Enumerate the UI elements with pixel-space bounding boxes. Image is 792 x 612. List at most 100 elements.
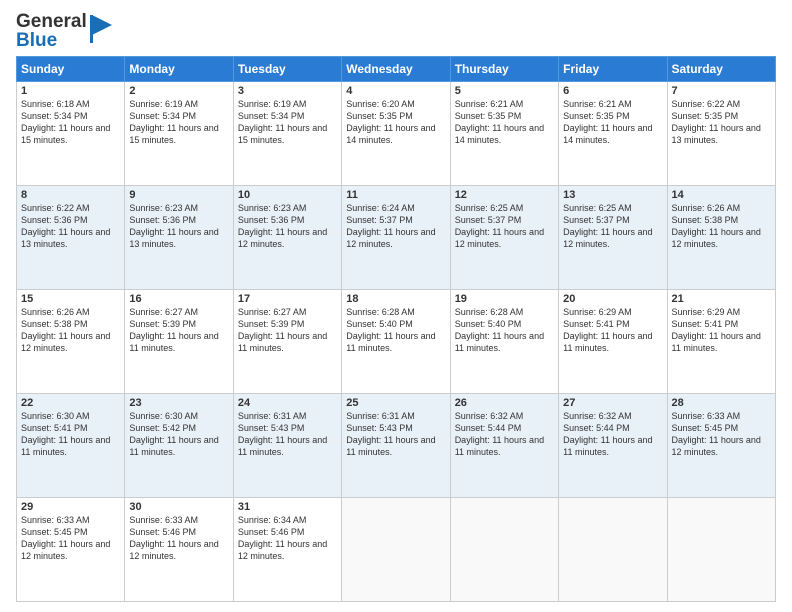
day-info: Sunrise: 6:34 AMSunset: 5:46 PMDaylight:… — [238, 514, 337, 563]
calendar-day-cell: 16Sunrise: 6:27 AMSunset: 5:39 PMDayligh… — [125, 290, 233, 394]
day-info: Sunrise: 6:22 AMSunset: 5:36 PMDaylight:… — [21, 202, 120, 251]
day-info: Sunrise: 6:31 AMSunset: 5:43 PMDaylight:… — [238, 410, 337, 459]
day-info: Sunrise: 6:33 AMSunset: 5:45 PMDaylight:… — [21, 514, 120, 563]
day-info: Sunrise: 6:29 AMSunset: 5:41 PMDaylight:… — [563, 306, 662, 355]
calendar-day-cell: 18Sunrise: 6:28 AMSunset: 5:40 PMDayligh… — [342, 290, 450, 394]
calendar-day-cell: 9Sunrise: 6:23 AMSunset: 5:36 PMDaylight… — [125, 186, 233, 290]
day-info: Sunrise: 6:23 AMSunset: 5:36 PMDaylight:… — [238, 202, 337, 251]
logo-flag-icon — [90, 15, 112, 43]
calendar-day-cell: 29Sunrise: 6:33 AMSunset: 5:45 PMDayligh… — [17, 498, 125, 602]
day-number: 15 — [21, 293, 120, 305]
day-info: Sunrise: 6:32 AMSunset: 5:44 PMDaylight:… — [455, 410, 554, 459]
day-number: 20 — [563, 293, 662, 305]
calendar-day-cell: 10Sunrise: 6:23 AMSunset: 5:36 PMDayligh… — [233, 186, 341, 290]
day-number: 21 — [672, 293, 771, 305]
calendar-day-cell: 19Sunrise: 6:28 AMSunset: 5:40 PMDayligh… — [450, 290, 558, 394]
weekday-header-cell: Sunday — [17, 57, 125, 82]
calendar-day-cell: 5Sunrise: 6:21 AMSunset: 5:35 PMDaylight… — [450, 82, 558, 186]
calendar-day-cell: 8Sunrise: 6:22 AMSunset: 5:36 PMDaylight… — [17, 186, 125, 290]
calendar-day-cell: 26Sunrise: 6:32 AMSunset: 5:44 PMDayligh… — [450, 394, 558, 498]
day-number: 26 — [455, 397, 554, 409]
day-info: Sunrise: 6:32 AMSunset: 5:44 PMDaylight:… — [563, 410, 662, 459]
calendar-day-cell: 24Sunrise: 6:31 AMSunset: 5:43 PMDayligh… — [233, 394, 341, 498]
day-number: 1 — [21, 85, 120, 97]
day-number: 11 — [346, 189, 445, 201]
day-number: 29 — [21, 501, 120, 513]
calendar-day-cell: 21Sunrise: 6:29 AMSunset: 5:41 PMDayligh… — [667, 290, 775, 394]
calendar-day-cell: 23Sunrise: 6:30 AMSunset: 5:42 PMDayligh… — [125, 394, 233, 498]
day-number: 28 — [672, 397, 771, 409]
calendar-day-cell: 6Sunrise: 6:21 AMSunset: 5:35 PMDaylight… — [559, 82, 667, 186]
calendar-day-cell: 22Sunrise: 6:30 AMSunset: 5:41 PMDayligh… — [17, 394, 125, 498]
calendar-day-cell: 4Sunrise: 6:20 AMSunset: 5:35 PMDaylight… — [342, 82, 450, 186]
calendar-day-cell: 20Sunrise: 6:29 AMSunset: 5:41 PMDayligh… — [559, 290, 667, 394]
calendar-day-cell: 2Sunrise: 6:19 AMSunset: 5:34 PMDaylight… — [125, 82, 233, 186]
calendar-day-cell — [559, 498, 667, 602]
logo-general: General — [16, 12, 87, 31]
calendar-day-cell: 7Sunrise: 6:22 AMSunset: 5:35 PMDaylight… — [667, 82, 775, 186]
day-info: Sunrise: 6:28 AMSunset: 5:40 PMDaylight:… — [346, 306, 445, 355]
header: General Blue — [16, 12, 776, 50]
weekday-header-cell: Thursday — [450, 57, 558, 82]
calendar-day-cell — [450, 498, 558, 602]
day-info: Sunrise: 6:30 AMSunset: 5:41 PMDaylight:… — [21, 410, 120, 459]
calendar-day-cell: 27Sunrise: 6:32 AMSunset: 5:44 PMDayligh… — [559, 394, 667, 498]
day-info: Sunrise: 6:26 AMSunset: 5:38 PMDaylight:… — [21, 306, 120, 355]
day-info: Sunrise: 6:22 AMSunset: 5:35 PMDaylight:… — [672, 98, 771, 147]
page: General Blue SundayMondayTuesdayWednesda… — [0, 0, 792, 612]
calendar-day-cell: 1Sunrise: 6:18 AMSunset: 5:34 PMDaylight… — [17, 82, 125, 186]
calendar-week-row: 15Sunrise: 6:26 AMSunset: 5:38 PMDayligh… — [17, 290, 776, 394]
day-info: Sunrise: 6:24 AMSunset: 5:37 PMDaylight:… — [346, 202, 445, 251]
day-info: Sunrise: 6:31 AMSunset: 5:43 PMDaylight:… — [346, 410, 445, 459]
calendar-body: 1Sunrise: 6:18 AMSunset: 5:34 PMDaylight… — [17, 82, 776, 602]
day-number: 6 — [563, 85, 662, 97]
day-number: 18 — [346, 293, 445, 305]
day-info: Sunrise: 6:20 AMSunset: 5:35 PMDaylight:… — [346, 98, 445, 147]
day-number: 22 — [21, 397, 120, 409]
day-info: Sunrise: 6:30 AMSunset: 5:42 PMDaylight:… — [129, 410, 228, 459]
calendar-week-row: 22Sunrise: 6:30 AMSunset: 5:41 PMDayligh… — [17, 394, 776, 498]
day-number: 14 — [672, 189, 771, 201]
day-info: Sunrise: 6:27 AMSunset: 5:39 PMDaylight:… — [238, 306, 337, 355]
calendar-day-cell: 31Sunrise: 6:34 AMSunset: 5:46 PMDayligh… — [233, 498, 341, 602]
day-info: Sunrise: 6:25 AMSunset: 5:37 PMDaylight:… — [563, 202, 662, 251]
day-number: 12 — [455, 189, 554, 201]
calendar-day-cell: 30Sunrise: 6:33 AMSunset: 5:46 PMDayligh… — [125, 498, 233, 602]
calendar-day-cell — [342, 498, 450, 602]
calendar-table: SundayMondayTuesdayWednesdayThursdayFrid… — [16, 56, 776, 602]
day-number: 25 — [346, 397, 445, 409]
weekday-header-cell: Wednesday — [342, 57, 450, 82]
day-number: 10 — [238, 189, 337, 201]
day-info: Sunrise: 6:29 AMSunset: 5:41 PMDaylight:… — [672, 306, 771, 355]
calendar-day-cell: 3Sunrise: 6:19 AMSunset: 5:34 PMDaylight… — [233, 82, 341, 186]
calendar-day-cell: 13Sunrise: 6:25 AMSunset: 5:37 PMDayligh… — [559, 186, 667, 290]
day-number: 31 — [238, 501, 337, 513]
calendar-day-cell: 15Sunrise: 6:26 AMSunset: 5:38 PMDayligh… — [17, 290, 125, 394]
day-number: 5 — [455, 85, 554, 97]
calendar-day-cell: 28Sunrise: 6:33 AMSunset: 5:45 PMDayligh… — [667, 394, 775, 498]
day-number: 2 — [129, 85, 228, 97]
weekday-header-cell: Saturday — [667, 57, 775, 82]
day-info: Sunrise: 6:19 AMSunset: 5:34 PMDaylight:… — [238, 98, 337, 147]
day-number: 8 — [21, 189, 120, 201]
calendar-week-row: 1Sunrise: 6:18 AMSunset: 5:34 PMDaylight… — [17, 82, 776, 186]
day-number: 27 — [563, 397, 662, 409]
calendar-day-cell: 25Sunrise: 6:31 AMSunset: 5:43 PMDayligh… — [342, 394, 450, 498]
day-number: 3 — [238, 85, 337, 97]
calendar-day-cell: 12Sunrise: 6:25 AMSunset: 5:37 PMDayligh… — [450, 186, 558, 290]
day-info: Sunrise: 6:19 AMSunset: 5:34 PMDaylight:… — [129, 98, 228, 147]
day-info: Sunrise: 6:21 AMSunset: 5:35 PMDaylight:… — [455, 98, 554, 147]
day-number: 19 — [455, 293, 554, 305]
day-info: Sunrise: 6:25 AMSunset: 5:37 PMDaylight:… — [455, 202, 554, 251]
calendar-week-row: 8Sunrise: 6:22 AMSunset: 5:36 PMDaylight… — [17, 186, 776, 290]
calendar-day-cell: 11Sunrise: 6:24 AMSunset: 5:37 PMDayligh… — [342, 186, 450, 290]
day-number: 23 — [129, 397, 228, 409]
logo: General Blue — [16, 12, 106, 50]
day-number: 30 — [129, 501, 228, 513]
day-number: 9 — [129, 189, 228, 201]
calendar-day-cell: 14Sunrise: 6:26 AMSunset: 5:38 PMDayligh… — [667, 186, 775, 290]
calendar-week-row: 29Sunrise: 6:33 AMSunset: 5:45 PMDayligh… — [17, 498, 776, 602]
day-info: Sunrise: 6:33 AMSunset: 5:46 PMDaylight:… — [129, 514, 228, 563]
day-info: Sunrise: 6:26 AMSunset: 5:38 PMDaylight:… — [672, 202, 771, 251]
day-info: Sunrise: 6:21 AMSunset: 5:35 PMDaylight:… — [563, 98, 662, 147]
